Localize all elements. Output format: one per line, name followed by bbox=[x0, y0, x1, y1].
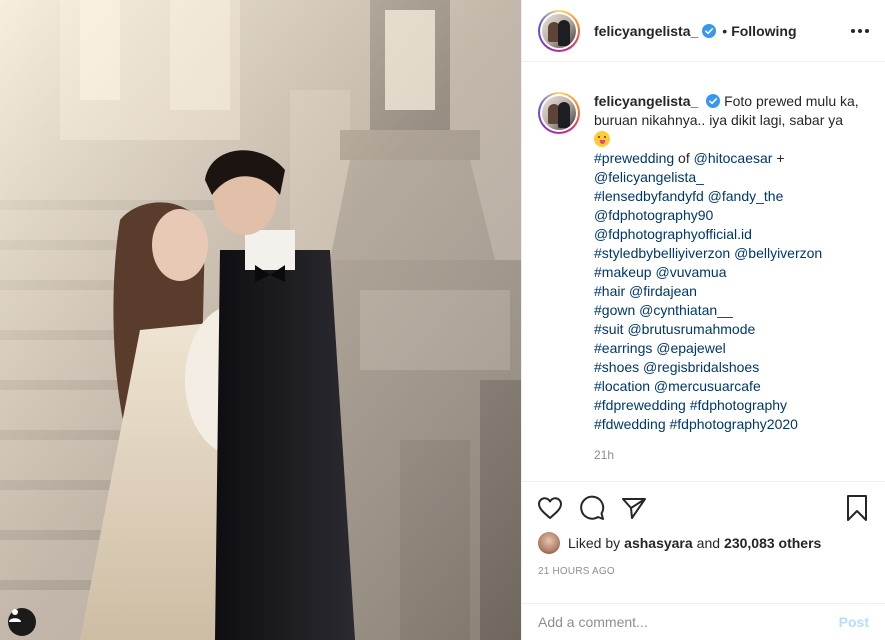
liker-username[interactable]: ashasyara bbox=[624, 535, 693, 551]
author-avatar[interactable] bbox=[538, 9, 580, 52]
prewedding-photo bbox=[0, 0, 521, 640]
comment-input[interactable] bbox=[538, 614, 839, 630]
zany-face-emoji-icon bbox=[594, 131, 610, 147]
caption-tag-link[interactable]: #gown @cynthiatan__ bbox=[594, 301, 859, 320]
liked-by-label: Liked by bbox=[568, 535, 621, 551]
caption-tag-link[interactable]: #earrings @epajewel bbox=[594, 339, 859, 358]
caption-tag-line: #prewedding of @hitocaesar + bbox=[594, 149, 859, 168]
caption-tag-link[interactable]: #fdprewedding #fdphotography bbox=[594, 396, 859, 415]
post-header: felicyangelista_ • Following bbox=[522, 0, 885, 62]
liker-avatar[interactable] bbox=[538, 532, 560, 554]
separator-dot: • bbox=[722, 22, 728, 39]
caption-author-avatar[interactable] bbox=[538, 92, 580, 134]
comment-bubble-icon[interactable] bbox=[578, 494, 606, 522]
caption-tag-link[interactable]: #makeup @vuvamua bbox=[594, 263, 859, 282]
bookmark-icon[interactable] bbox=[843, 494, 871, 522]
caption-tag-link[interactable]: #styledbybelliyiverzon @bellyiverzon bbox=[594, 244, 859, 263]
caption-tag-link[interactable]: #lensedbyfandyfd @fandy_the bbox=[594, 187, 859, 206]
likes-and-label: and bbox=[696, 535, 721, 551]
caption-tag-link[interactable]: #shoes @regisbridalshoes bbox=[594, 358, 859, 377]
post-timestamp[interactable]: 21 HOURS AGO bbox=[538, 566, 615, 577]
comment-form: Post bbox=[522, 603, 885, 640]
caption-connector: + bbox=[772, 150, 785, 166]
user-tag-button[interactable] bbox=[8, 608, 36, 636]
caption-tag-link[interactable]: #location @mercusuarcafe bbox=[594, 377, 859, 396]
post-actions bbox=[522, 482, 885, 534]
caption-tag-link[interactable]: @fdphotographyofficial.id bbox=[594, 225, 859, 244]
hashtag-link[interactable]: #prewedding bbox=[594, 150, 674, 166]
following-button[interactable]: Following bbox=[731, 23, 796, 39]
caption-tag-link[interactable]: #suit @brutusrumahmode bbox=[594, 320, 859, 339]
post-photo[interactable] bbox=[0, 0, 521, 640]
user-tag-icon bbox=[9, 609, 21, 622]
post-comment-button[interactable]: Post bbox=[839, 614, 869, 630]
caption-username[interactable]: felicyangelista_ bbox=[594, 93, 698, 109]
heart-icon[interactable] bbox=[536, 494, 564, 522]
author-username[interactable]: felicyangelista_ bbox=[594, 23, 698, 39]
caption-text: felicyangelista_ Foto prewed mulu ka, bu… bbox=[594, 92, 859, 434]
more-options-icon[interactable] bbox=[851, 28, 869, 33]
verified-badge-icon bbox=[706, 94, 721, 108]
caption-tag-link[interactable]: #hair @firdajean bbox=[594, 282, 859, 301]
likes-others-count[interactable]: 230,083 others bbox=[724, 535, 821, 551]
caption-age[interactable]: 21h bbox=[594, 448, 869, 462]
verified-badge-icon bbox=[702, 23, 717, 38]
caption-section: felicyangelista_ Foto prewed mulu ka, bu… bbox=[522, 62, 885, 482]
caption-tag-link[interactable]: @fdphotography90 bbox=[594, 206, 859, 225]
caption-tag-link[interactable]: @felicyangelista_ bbox=[594, 168, 859, 187]
caption-tag-link[interactable]: #fdwedding #fdphotography2020 bbox=[594, 415, 859, 434]
likes-summary: Liked by ashasyara and 230,083 others bbox=[538, 532, 821, 554]
caption-connector: of bbox=[674, 150, 694, 166]
post-side-panel: felicyangelista_ • Following felicyangel… bbox=[521, 0, 885, 640]
paper-plane-icon[interactable] bbox=[620, 494, 648, 522]
mention-link[interactable]: @hitocaesar bbox=[694, 150, 773, 166]
